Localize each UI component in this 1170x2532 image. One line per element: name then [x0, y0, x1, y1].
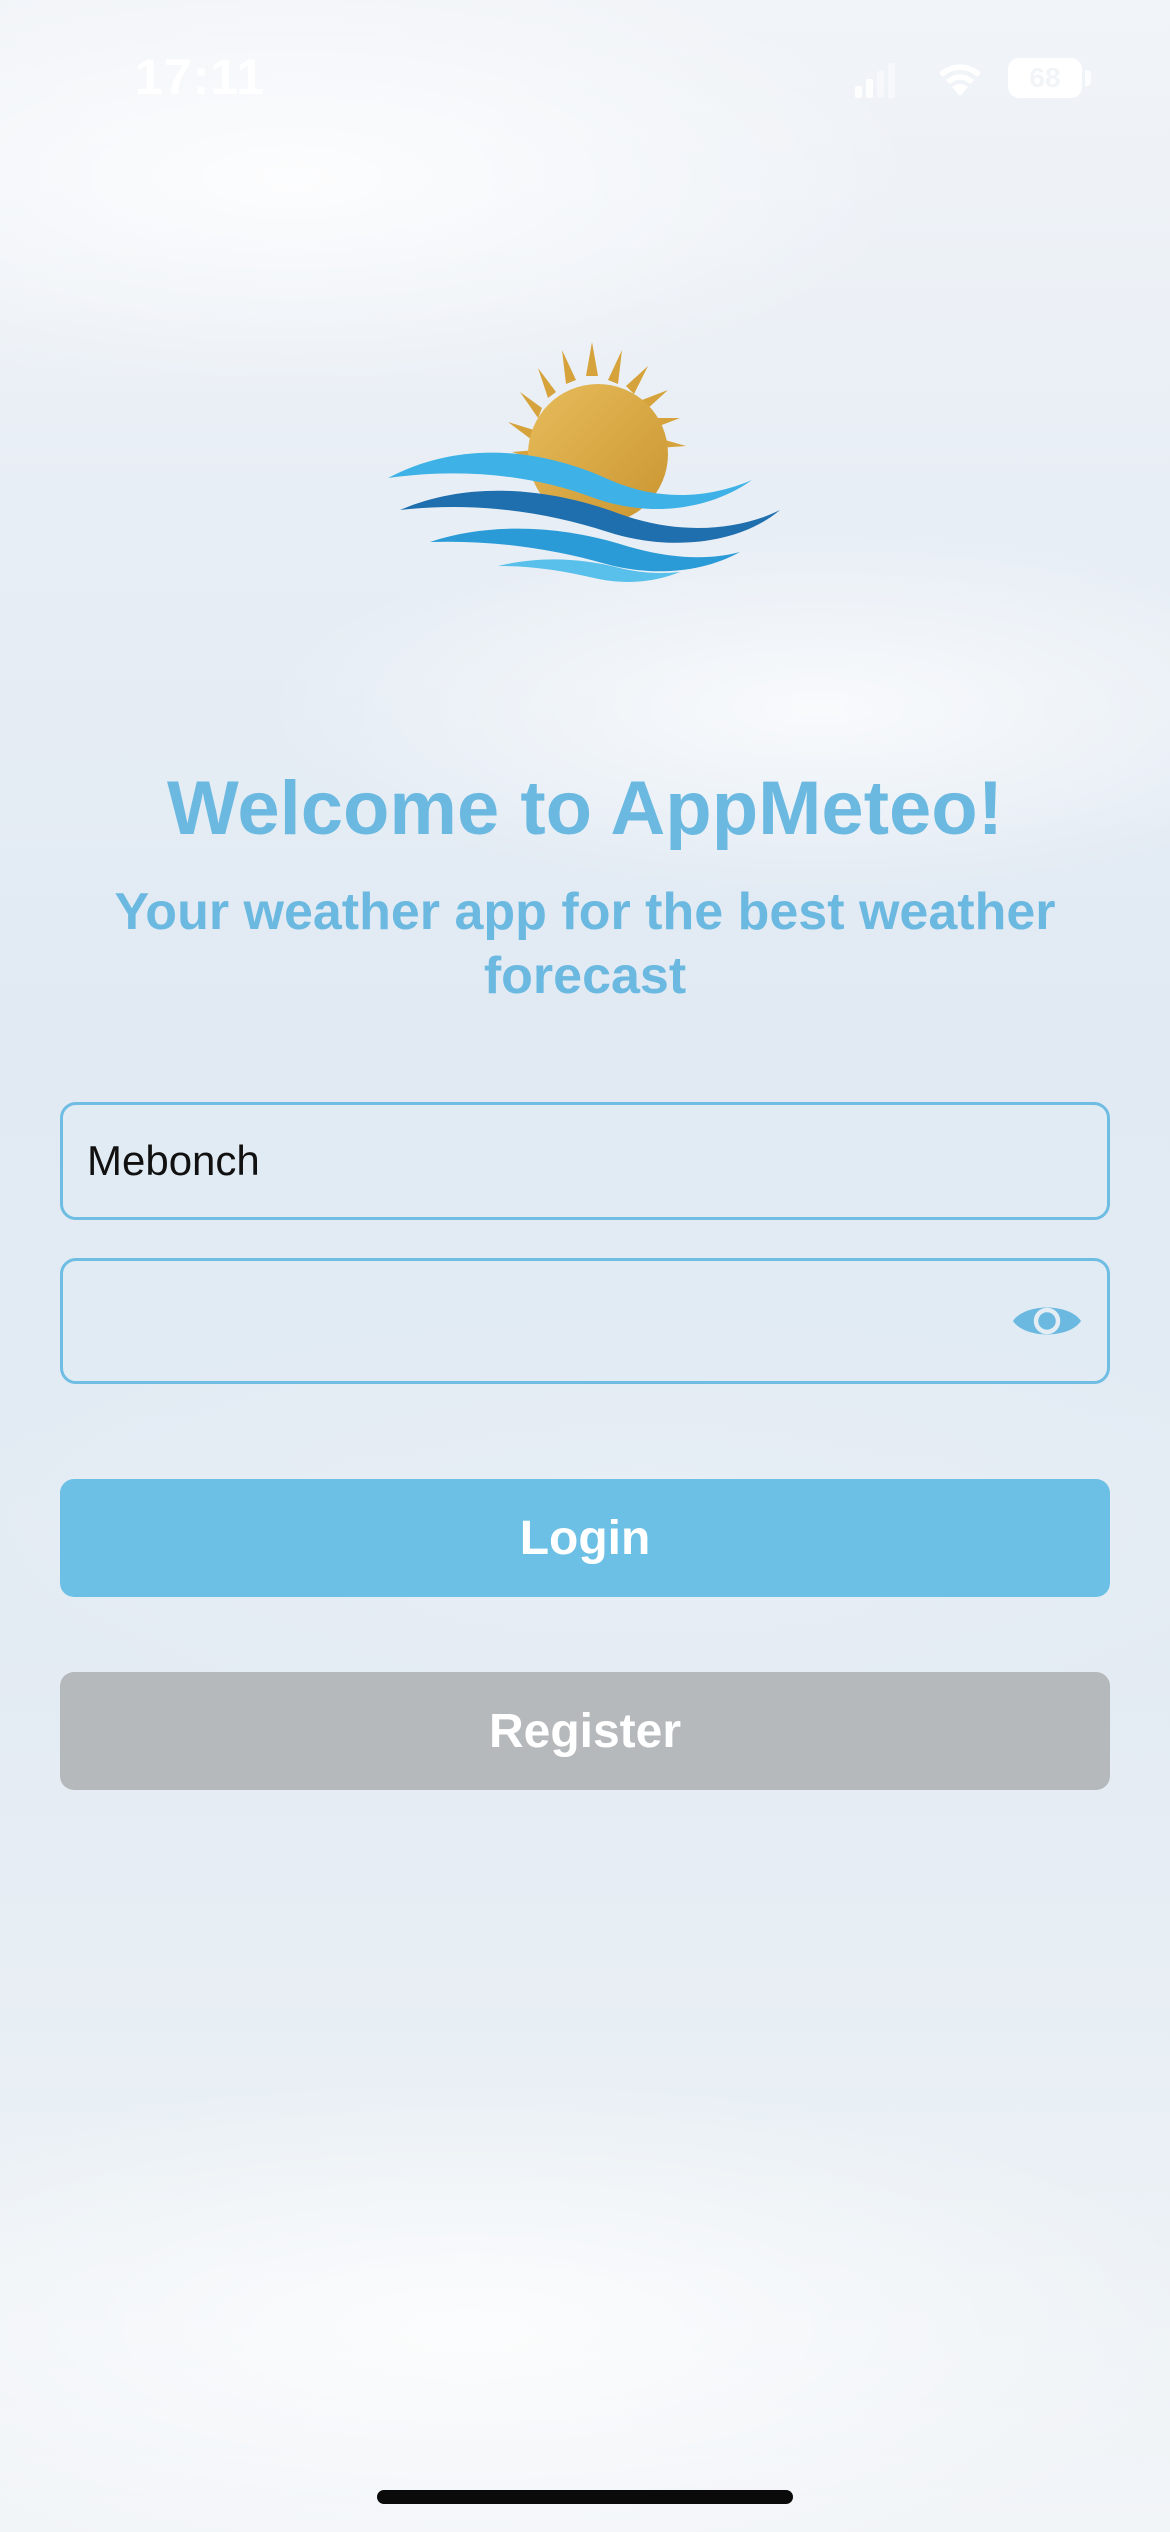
register-button[interactable]: Register: [60, 1672, 1110, 1790]
username-input[interactable]: [87, 1105, 1077, 1217]
home-indicator[interactable]: [377, 2490, 793, 2504]
battery-level: 68: [1029, 62, 1061, 93]
password-input[interactable]: [87, 1261, 987, 1381]
app-logo: [388, 342, 780, 582]
wifi-icon: [939, 64, 981, 96]
welcome-title: Welcome to AppMeteo!: [166, 766, 1004, 851]
cellular-signal-icon: [855, 63, 895, 98]
password-field[interactable]: [60, 1258, 1110, 1384]
login-button[interactable]: Login: [60, 1479, 1110, 1597]
battery-tip: [1085, 70, 1091, 86]
eye-icon[interactable]: [1011, 1297, 1083, 1345]
status-time: 17:11: [135, 49, 266, 105]
battery-icon: 68: [1008, 58, 1082, 98]
welcome-subtitle: Your weather app for the best weather fo…: [114, 883, 1056, 1005]
status-bar: 17:11 68: [0, 0, 1170, 150]
username-field[interactable]: [60, 1102, 1110, 1220]
